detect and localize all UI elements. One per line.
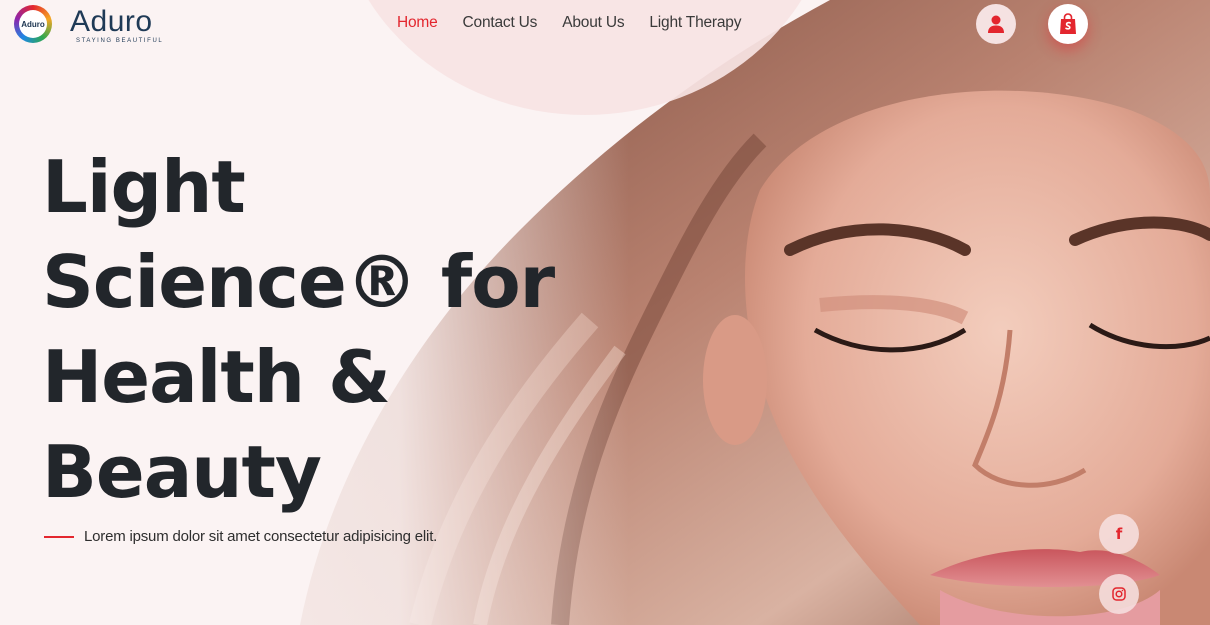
brand-logo[interactable]: Aduro Aduro STAYING BEAUTIFUL xyxy=(12,2,202,50)
nav-home[interactable]: Home xyxy=(397,14,438,32)
main-nav: Home Contact Us About Us Light Therapy xyxy=(397,14,766,32)
user-icon xyxy=(988,15,1004,33)
instagram-button[interactable] xyxy=(1099,574,1139,614)
headline-line-4: Beauty xyxy=(42,430,322,514)
subtitle-accent-line xyxy=(44,535,74,538)
logo-mark-icon: Aduro xyxy=(14,5,52,43)
hero-subtitle: Lorem ipsum dolor sit amet consectetur a… xyxy=(84,528,438,545)
facebook-icon: f xyxy=(1115,525,1123,543)
facebook-button[interactable]: f xyxy=(1099,514,1139,554)
headline-line-3: Health & xyxy=(42,335,391,419)
account-button[interactable] xyxy=(976,4,1016,44)
cart-button[interactable] xyxy=(1048,4,1088,44)
brand-name: Aduro xyxy=(70,5,153,38)
nav-about-us[interactable]: About Us xyxy=(562,14,624,32)
headline-line-2: Science® for xyxy=(42,240,555,324)
brand-tagline: STAYING BEAUTIFUL xyxy=(76,38,164,44)
shopping-bag-icon xyxy=(1060,13,1076,34)
hero-subtitle-row: Lorem ipsum dolor sit amet consectetur a… xyxy=(44,528,437,545)
hero-headline: Light Science® for Health & Beauty xyxy=(42,140,642,520)
instagram-icon xyxy=(1112,587,1126,601)
nav-light-therapy[interactable]: Light Therapy xyxy=(649,14,741,32)
headline-line-1: Light xyxy=(42,145,246,229)
nav-contact-us[interactable]: Contact Us xyxy=(463,14,538,32)
